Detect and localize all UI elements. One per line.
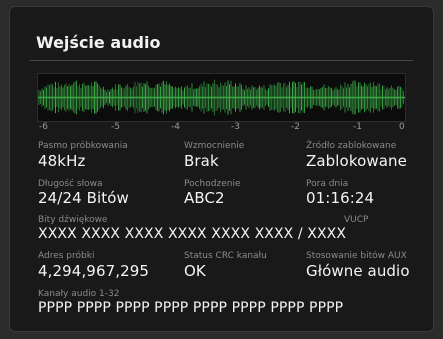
audio-bits-value: XXXX XXXX XXXX XXXX XXXX XXXX / XXXX bbox=[38, 226, 347, 242]
channels-label: Kanały audio 1-32 bbox=[38, 289, 120, 299]
waveform-graphic bbox=[38, 79, 405, 116]
sample-rate-value: 48kHz bbox=[38, 152, 86, 170]
aux-bits-value: Główne audio bbox=[306, 262, 410, 280]
sample-address-label: Adres próbki bbox=[38, 251, 95, 261]
aux-bits-label: Stosowanie bitów AUX bbox=[306, 251, 407, 261]
panel-title: Wejście audio bbox=[36, 33, 161, 52]
crc-status-label: Status CRC kanału bbox=[184, 251, 267, 261]
scale-label: -6 bbox=[39, 122, 48, 132]
scale-label: -1 bbox=[353, 122, 362, 132]
scale-label: -2 bbox=[291, 122, 300, 132]
scale-label: -3 bbox=[231, 122, 240, 132]
crc-status-value: OK bbox=[184, 262, 206, 280]
scale-label: -4 bbox=[171, 122, 180, 132]
audio-input-panel: Wejście audio -6 -5 -4 -3 -2 -1 0 Pasmo … bbox=[9, 6, 434, 332]
origin-value: ABC2 bbox=[184, 189, 225, 207]
title-divider bbox=[30, 60, 413, 61]
lock-source-label: Źródło zablokowane bbox=[306, 141, 397, 151]
gain-label: Wzmocnienie bbox=[184, 141, 245, 151]
channels-value: PPPP PPPP PPPP PPPP PPPP PPPP PPPP PPPP bbox=[38, 300, 344, 316]
sample-address-value: 4,294,967,295 bbox=[38, 262, 150, 280]
scale-label: 0 bbox=[399, 122, 405, 132]
word-length-value: 24/24 Bitów bbox=[38, 189, 129, 207]
gain-value: Brak bbox=[184, 152, 219, 170]
meter-scale: -6 -5 -4 -3 -2 -1 0 bbox=[37, 122, 406, 134]
vucp-label: VUCP bbox=[344, 215, 369, 225]
audio-bits-label: Bity dźwiękowe bbox=[38, 215, 108, 225]
scale-label: -5 bbox=[111, 122, 120, 132]
time-of-day-label: Pora dnia bbox=[306, 179, 349, 189]
time-of-day-value: 01:16:24 bbox=[306, 189, 375, 207]
audio-waveform-meter bbox=[37, 73, 406, 122]
sample-rate-label: Pasmo próbkowania bbox=[38, 141, 128, 151]
word-length-label: Długość słowa bbox=[38, 179, 103, 189]
lock-source-value: Zablokowane bbox=[306, 152, 407, 170]
origin-label: Pochodzenie bbox=[184, 179, 241, 189]
